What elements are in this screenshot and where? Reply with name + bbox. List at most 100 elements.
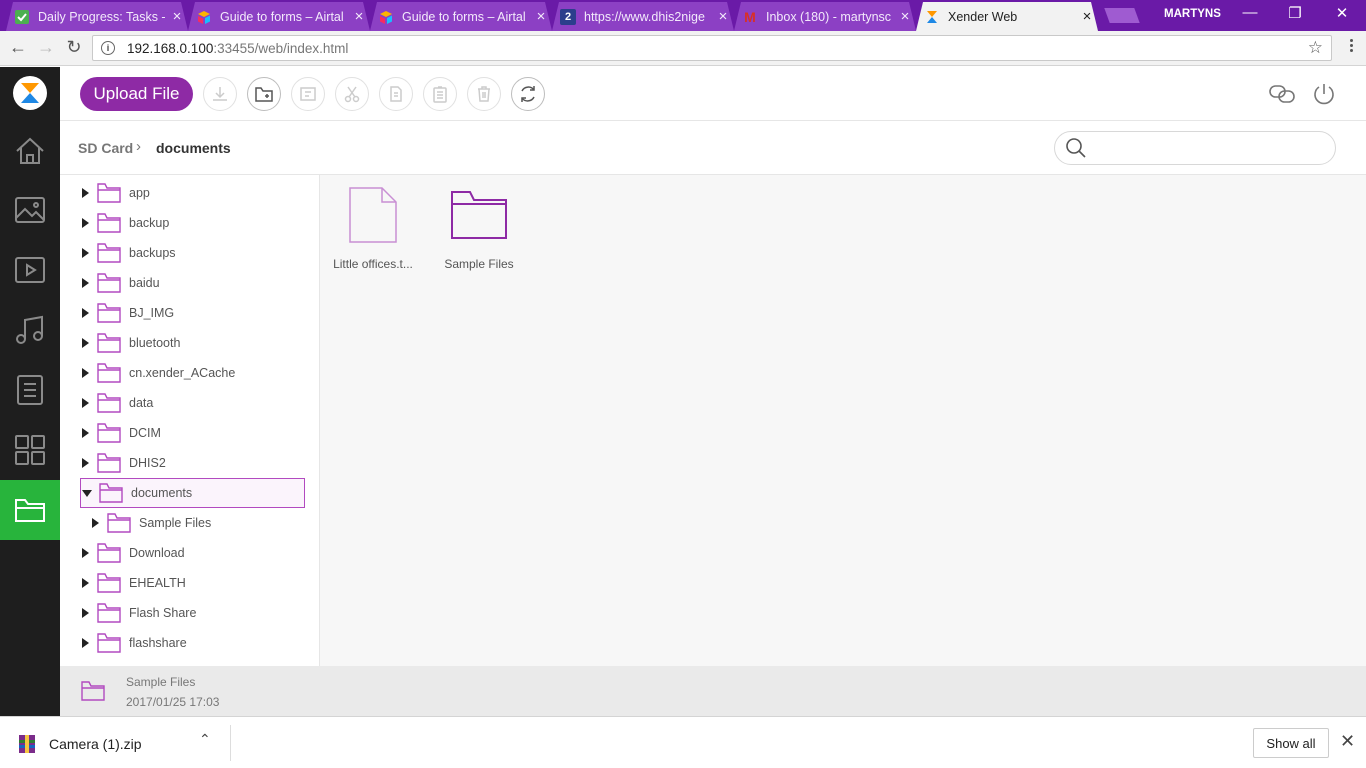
tree-item[interactable]: Download bbox=[80, 538, 305, 568]
expand-right-icon[interactable] bbox=[82, 248, 89, 258]
tree-item[interactable]: cn.xender_ACache bbox=[80, 358, 305, 388]
search-input[interactable] bbox=[1095, 140, 1325, 156]
minimize-icon[interactable]: — bbox=[1240, 4, 1260, 21]
folder-item[interactable]: Sample Files bbox=[429, 185, 529, 271]
folder-icon bbox=[97, 303, 121, 323]
expand-right-icon[interactable] bbox=[92, 518, 99, 528]
breadcrumb-root[interactable]: SD Card bbox=[78, 140, 133, 156]
download-item[interactable]: Camera (1).zip bbox=[18, 734, 142, 754]
nav-files-icon[interactable] bbox=[0, 480, 60, 540]
tab-guide-forms-1[interactable]: Guide to forms – Airtal × bbox=[188, 2, 370, 31]
download-shelf: Camera (1).zip ⌃ Show all ✕ bbox=[0, 716, 1366, 768]
tree-item[interactable]: flashshare bbox=[80, 628, 305, 658]
expand-right-icon[interactable] bbox=[82, 188, 89, 198]
paste-icon[interactable] bbox=[423, 77, 457, 111]
expand-right-icon[interactable] bbox=[82, 458, 89, 468]
new-tab-button[interactable] bbox=[1104, 8, 1140, 23]
restore-icon[interactable]: ❐ bbox=[1285, 4, 1305, 22]
expand-down-icon[interactable] bbox=[82, 489, 92, 497]
browser-menu-icon[interactable] bbox=[1350, 39, 1354, 54]
tab-close-icon[interactable]: × bbox=[894, 8, 916, 25]
tab-dhis2[interactable]: 2 https://www.dhis2nige × bbox=[552, 2, 734, 31]
url-path: :33455/web/index.html bbox=[213, 40, 349, 56]
refresh-icon[interactable] bbox=[511, 77, 545, 111]
expand-right-icon[interactable] bbox=[82, 368, 89, 378]
tree-item[interactable]: backups bbox=[80, 238, 305, 268]
nav-home-icon[interactable] bbox=[0, 121, 60, 181]
close-icon[interactable]: ✕ bbox=[1340, 731, 1355, 752]
tree-item[interactable]: bluetooth bbox=[80, 328, 305, 358]
folder-icon bbox=[429, 185, 529, 245]
tree-item-label: data bbox=[129, 396, 154, 410]
chevron-up-icon[interactable]: ⌃ bbox=[199, 731, 211, 748]
tree-item[interactable]: DCIM bbox=[80, 418, 305, 448]
tree-item[interactable]: documents bbox=[80, 478, 305, 508]
reload-icon[interactable]: ↻ bbox=[63, 37, 85, 58]
new-folder-icon[interactable] bbox=[247, 77, 281, 111]
expand-right-icon[interactable] bbox=[82, 578, 89, 588]
expand-right-icon[interactable] bbox=[82, 638, 89, 648]
expand-right-icon[interactable] bbox=[82, 278, 89, 288]
folder-icon bbox=[97, 453, 121, 473]
nav-apps-icon[interactable] bbox=[0, 420, 60, 480]
tab-title: Daily Progress: Tasks - bbox=[38, 9, 166, 24]
expand-right-icon[interactable] bbox=[82, 608, 89, 618]
file-item[interactable]: Little offices.t... bbox=[323, 185, 423, 271]
tree-item[interactable]: BJ_IMG bbox=[80, 298, 305, 328]
connection-link-icon[interactable] bbox=[1268, 80, 1296, 108]
nav-music-icon[interactable] bbox=[0, 300, 60, 360]
tree-item-label: Download bbox=[129, 546, 185, 560]
tree-item[interactable]: DHIS2 bbox=[80, 448, 305, 478]
tree-item[interactable]: Sample Files bbox=[90, 508, 305, 538]
folder-icon bbox=[107, 513, 131, 533]
folder-icon bbox=[97, 213, 121, 233]
nav-documents-icon[interactable] bbox=[0, 360, 60, 420]
expand-right-icon[interactable] bbox=[82, 428, 89, 438]
dhis2-icon: 2 bbox=[560, 9, 576, 25]
folder-tree: app backup backups baidu BJ_IMG bluetooth cn.x… bbox=[60, 175, 320, 666]
upload-file-button[interactable]: Upload File bbox=[80, 77, 193, 111]
nav-videos-icon[interactable] bbox=[0, 240, 60, 300]
download-icon[interactable] bbox=[203, 77, 237, 111]
search-box[interactable] bbox=[1054, 131, 1336, 165]
rename-icon[interactable] bbox=[291, 77, 325, 111]
tree-item[interactable]: app bbox=[80, 178, 305, 208]
profile-name[interactable]: MARTYNS bbox=[1164, 8, 1221, 20]
tab-xender-web[interactable]: Xender Web × bbox=[916, 2, 1098, 31]
back-icon[interactable]: ← bbox=[7, 37, 29, 58]
tab-close-icon[interactable]: × bbox=[530, 8, 552, 25]
expand-right-icon[interactable] bbox=[82, 548, 89, 558]
bookmark-star-icon[interactable]: ☆ bbox=[1308, 38, 1323, 58]
expand-right-icon[interactable] bbox=[82, 218, 89, 228]
nav-photos-icon[interactable] bbox=[0, 180, 60, 240]
forward-icon[interactable]: → bbox=[35, 37, 57, 58]
expand-right-icon[interactable] bbox=[82, 308, 89, 318]
power-icon[interactable] bbox=[1310, 80, 1338, 108]
expand-right-icon[interactable] bbox=[82, 338, 89, 348]
site-info-icon[interactable]: i bbox=[101, 41, 115, 55]
cut-icon[interactable] bbox=[335, 77, 369, 111]
tree-item[interactable]: data bbox=[80, 388, 305, 418]
tab-daily-progress[interactable]: Daily Progress: Tasks - × bbox=[6, 2, 188, 31]
close-window-icon[interactable]: ✕ bbox=[1332, 4, 1352, 22]
selection-details: Sample Files 2017/01/25 17:03 bbox=[60, 666, 1366, 716]
tree-item[interactable]: baidu bbox=[80, 268, 305, 298]
tab-close-icon[interactable]: × bbox=[1076, 8, 1098, 25]
url-field[interactable]: i 192.168.0.100:33455/web/index.html ☆ bbox=[92, 35, 1332, 61]
tree-item[interactable]: backup bbox=[80, 208, 305, 238]
tab-guide-forms-2[interactable]: Guide to forms – Airtal × bbox=[370, 2, 552, 31]
tab-inbox[interactable]: M Inbox (180) - martynsc × bbox=[734, 2, 916, 31]
copy-icon[interactable] bbox=[379, 77, 413, 111]
tab-close-icon[interactable]: × bbox=[166, 8, 188, 25]
folder-icon bbox=[97, 333, 121, 353]
address-bar-row: ← → ↻ i 192.168.0.100:33455/web/index.ht… bbox=[0, 31, 1366, 66]
tree-item[interactable]: Flash Share bbox=[80, 598, 305, 628]
delete-icon[interactable] bbox=[467, 77, 501, 111]
tab-close-icon[interactable]: × bbox=[348, 8, 370, 25]
tree-item[interactable]: EHEALTH bbox=[80, 568, 305, 598]
tab-close-icon[interactable]: × bbox=[712, 8, 734, 25]
folder-icon bbox=[97, 633, 121, 653]
expand-right-icon[interactable] bbox=[82, 398, 89, 408]
url-host: 192.168.0.100 bbox=[127, 40, 214, 56]
show-all-button[interactable]: Show all bbox=[1253, 728, 1329, 758]
